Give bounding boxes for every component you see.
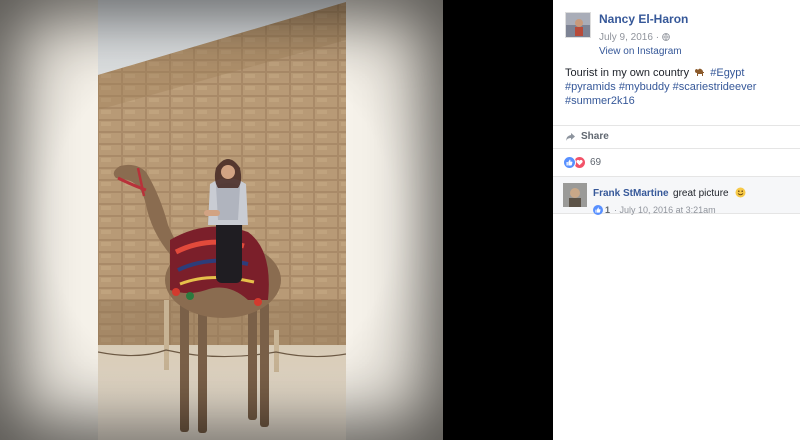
share-arrow-icon (566, 132, 575, 141)
hashtag-link[interactable]: #pyramids (565, 81, 616, 93)
comment-item: Frank StMartine great picture 1 · July 1… (593, 183, 793, 215)
hashtag-link[interactable]: #Egypt (710, 67, 744, 79)
divider (553, 148, 800, 149)
author-avatar[interactable] (565, 12, 591, 38)
post-date[interactable]: July 9, 2016 · (599, 31, 659, 45)
share-button[interactable]: Share (565, 131, 609, 142)
view-on-instagram-link[interactable]: View on Instagram (599, 46, 688, 57)
like-reaction-icon (563, 156, 576, 169)
reaction-count: 69 (590, 157, 602, 168)
commenter-avatar[interactable] (563, 183, 587, 207)
comment-text: great picture (673, 188, 729, 199)
caption-text: Tourist in my own country (565, 67, 690, 79)
post-photo[interactable] (98, 0, 346, 440)
hashtag-link[interactable]: #mybuddy (619, 81, 670, 93)
camel-emoji-icon (695, 68, 705, 76)
comment-like-count[interactable]: 1 (605, 205, 610, 215)
commenter-name-link[interactable]: Frank StMartine (593, 188, 669, 199)
globe-icon (662, 33, 670, 41)
comments-section: Frank StMartine great picture 1 · July 1… (553, 176, 800, 215)
author-name-link[interactable]: Nancy El-Haron (599, 12, 688, 27)
divider (553, 125, 800, 126)
like-reaction-icon (593, 205, 603, 215)
reactions-summary[interactable]: 69 (563, 156, 601, 169)
post-author: Nancy El-Haron July 9, 2016 · View on In… (565, 12, 688, 57)
hashtag-link[interactable]: #scariestrideever (673, 81, 757, 93)
photo-frame (0, 0, 443, 440)
post-panel: Nancy El-Haron July 9, 2016 · View on In… (553, 0, 800, 440)
comment-meta: 1 · July 10, 2016 at 3:21am (593, 205, 793, 215)
share-label: Share (581, 131, 609, 142)
comment-timestamp[interactable]: July 10, 2016 at 3:21am (620, 205, 716, 215)
hashtag-link[interactable]: #summer2k16 (565, 95, 635, 107)
smile-emoji-icon (735, 187, 746, 198)
comment-line: Frank StMartine great picture (593, 183, 793, 201)
post-caption: Tourist in my own country #Egypt #pyrami… (565, 66, 793, 108)
author-meta: Nancy El-Haron July 9, 2016 · View on In… (599, 12, 688, 57)
photo-viewer (0, 0, 553, 440)
comment-meta-separator: · (614, 205, 618, 215)
